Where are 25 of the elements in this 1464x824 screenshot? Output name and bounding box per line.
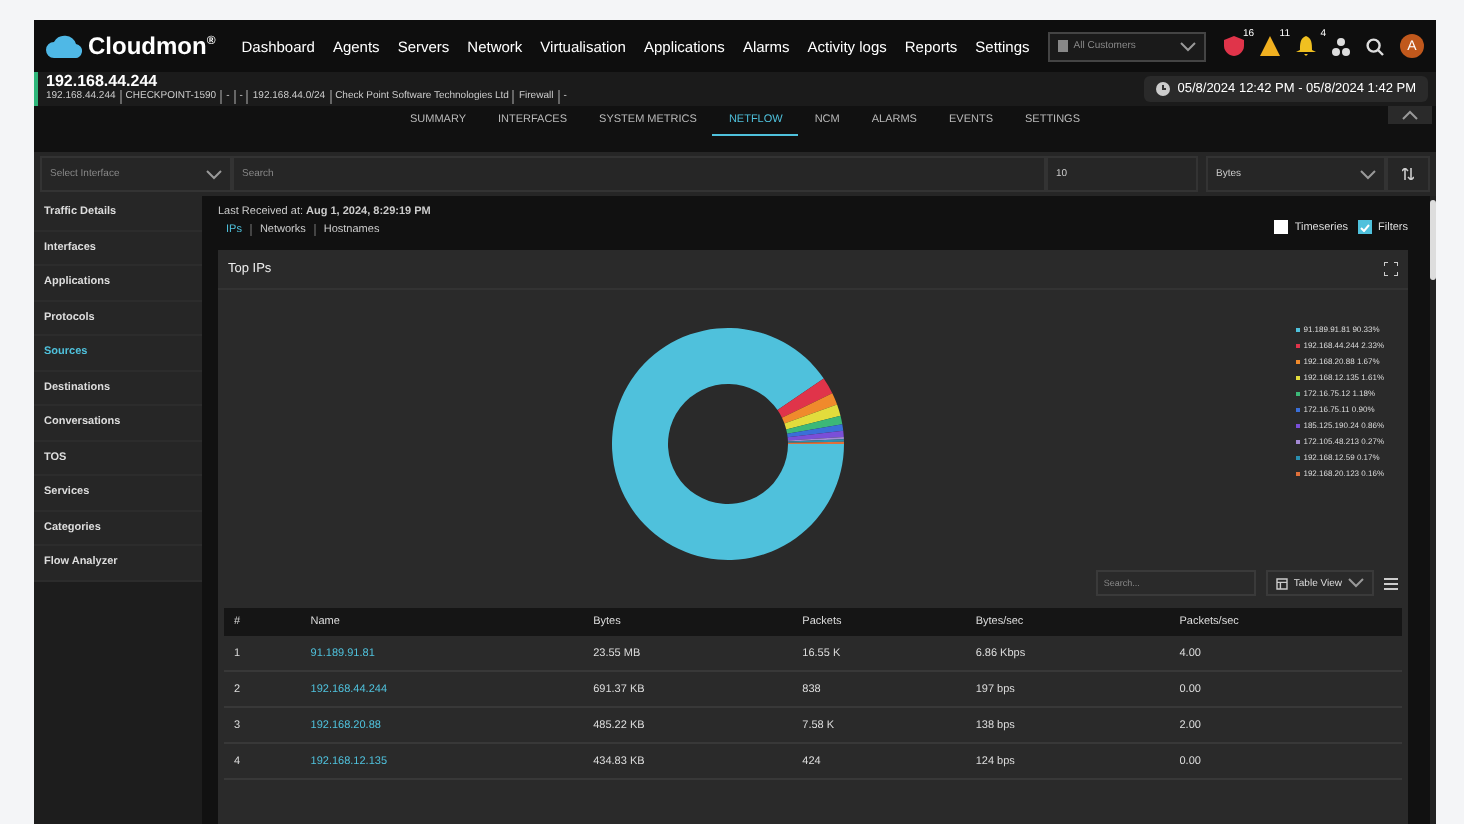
fullscreen-icon[interactable] — [1384, 262, 1398, 276]
scrollbar[interactable] — [1430, 196, 1436, 824]
chevron-down-icon — [1360, 169, 1376, 179]
brand-name[interactable]: Cloudmon$^{®}$ — [88, 32, 216, 60]
checkbox[interactable] — [1358, 220, 1373, 234]
chevron-down-icon — [1180, 41, 1196, 51]
device-title: 192.168.44.244 — [46, 74, 160, 90]
cloud-logo-icon — [46, 34, 82, 58]
list-icon[interactable] — [1384, 577, 1398, 589]
network-icon[interactable] — [1332, 37, 1350, 55]
sort-icon — [1402, 168, 1414, 180]
table-icon — [1275, 577, 1288, 589]
chevron-down-icon — [1348, 578, 1364, 588]
check-icon — [1360, 223, 1371, 231]
collapse-button[interactable] — [1388, 106, 1432, 124]
shield-icon[interactable] — [1224, 36, 1244, 56]
clock-icon — [1155, 82, 1170, 96]
building-icon — [1057, 40, 1068, 52]
bell-icon[interactable] — [1296, 36, 1316, 56]
sort-button[interactable] — [1386, 156, 1430, 192]
checkbox[interactable] — [1274, 220, 1289, 234]
search-icon[interactable] — [1366, 37, 1384, 55]
warning-icon[interactable] — [1260, 36, 1280, 56]
chevron-up-icon — [1402, 110, 1418, 120]
chevron-down-icon — [206, 169, 222, 179]
